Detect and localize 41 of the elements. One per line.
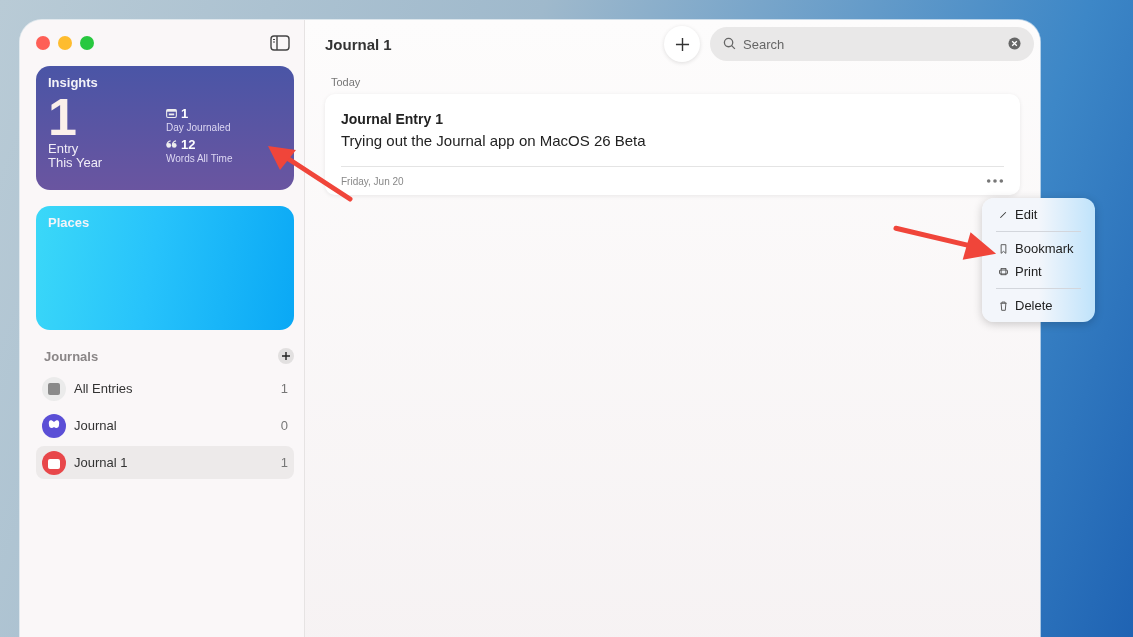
stat-label: This Year — [48, 156, 104, 170]
journal-icon — [42, 450, 66, 475]
stat-value: 1 — [181, 106, 189, 121]
trash-icon — [998, 299, 1009, 312]
entry-card[interactable]: Journal Entry 1 Trying out the Journal app on MacOS 26 Beta Friday, Jun 20 — [325, 94, 1020, 195]
menu-item[interactable]: Print — [990, 260, 1087, 283]
entry-text: Trying out the Journal app on MacOS 26 Beta — [341, 132, 1004, 167]
close-button[interactable] — [36, 36, 50, 50]
stat-label: Entry — [48, 142, 80, 156]
journal-item[interactable]: Journal 0 — [36, 409, 294, 442]
plus-icon — [674, 36, 690, 52]
journal-item[interactable]: All Entries 1 — [36, 372, 294, 405]
journal-icon — [42, 376, 66, 401]
menu-item[interactable]: Bookmark — [990, 237, 1087, 260]
sidebar-toggle-icon[interactable] — [270, 35, 290, 51]
stat-label: Day Journaled — [166, 122, 232, 133]
stat-label: Words All Time — [166, 153, 233, 164]
insights-card[interactable]: Insights 1 Entry This Year 1 Day Journaled 12 Words All Time — [36, 66, 294, 190]
card-title: Insights — [48, 75, 99, 90]
new-entry-button[interactable] — [664, 26, 700, 62]
more-icon[interactable] — [986, 178, 1004, 184]
section-heading: Today — [331, 76, 362, 88]
plus-icon — [281, 351, 291, 361]
add-journal-button[interactable] — [278, 348, 294, 364]
printer-icon — [998, 265, 1009, 278]
journal-item[interactable]: Journal 1 1 — [36, 446, 294, 479]
entry-date: Friday, Jun 20 — [341, 175, 404, 187]
entry-title: Journal Entry 1 — [341, 111, 444, 127]
entry-count: 1 — [48, 92, 77, 142]
quote-icon — [166, 140, 177, 149]
calendar-icon — [166, 109, 177, 118]
clear-icon[interactable] — [1008, 37, 1021, 50]
card-title: Places — [48, 215, 91, 230]
menu-item[interactable]: Edit — [990, 203, 1087, 226]
bookmark-icon — [998, 242, 1009, 255]
section-heading: Journals — [44, 348, 99, 364]
window-title: Journal 1 — [325, 35, 393, 53]
search-field[interactable]: Search — [710, 27, 1034, 61]
menu-item[interactable]: Delete — [990, 294, 1087, 317]
stat-value: 12 — [181, 137, 196, 152]
journal-icon — [42, 413, 66, 438]
